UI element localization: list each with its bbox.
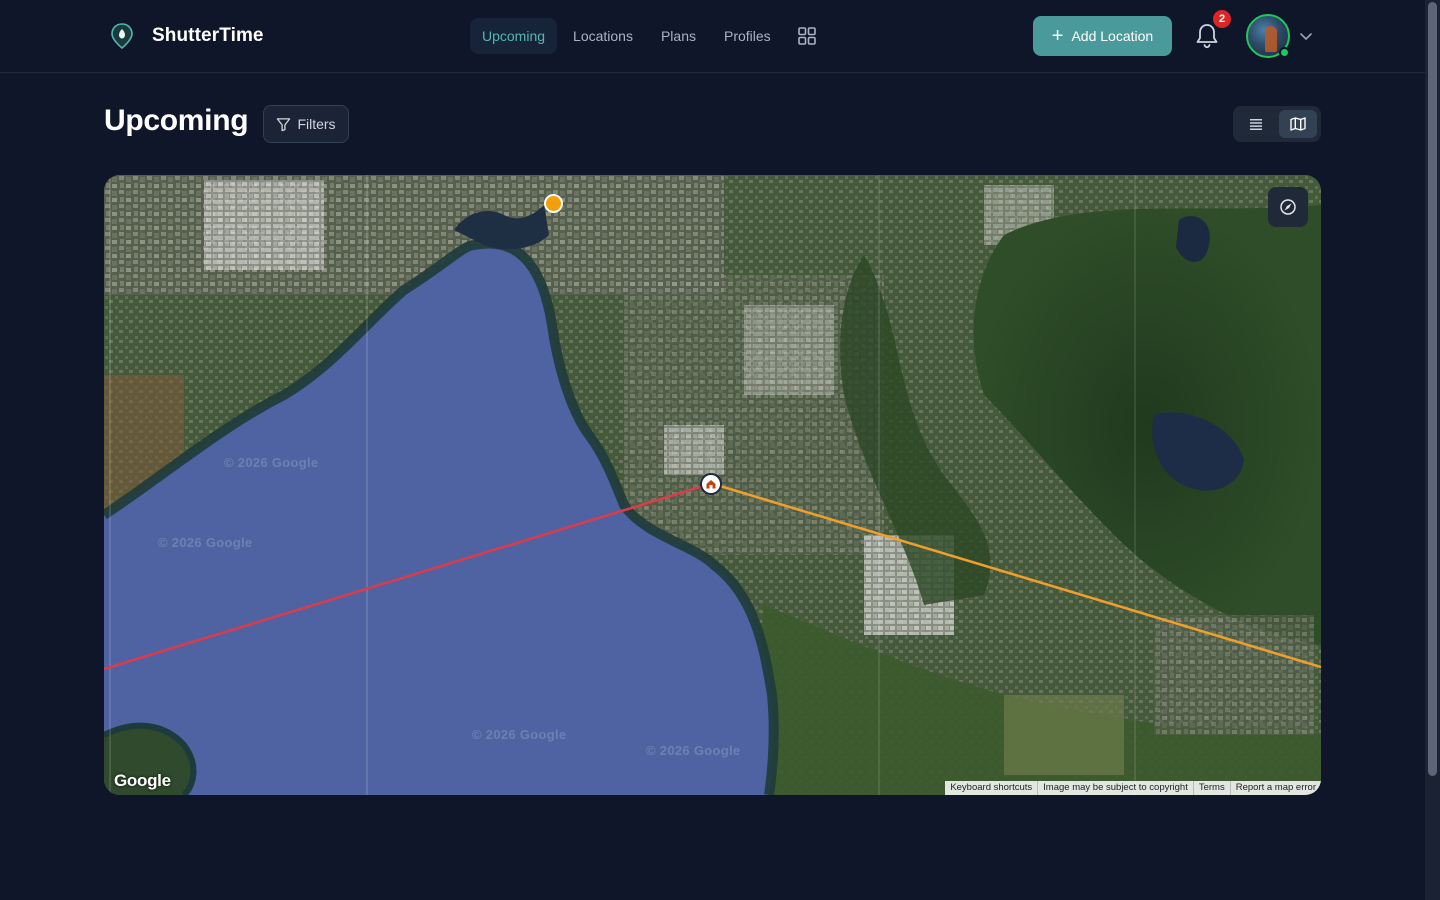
add-location-button[interactable]: + Add Location bbox=[1033, 16, 1172, 56]
map-view-button[interactable] bbox=[1279, 110, 1317, 138]
list-icon bbox=[1250, 119, 1262, 130]
plus-icon: + bbox=[1051, 25, 1064, 47]
nav-locations[interactable]: Locations bbox=[561, 18, 645, 54]
terms-link[interactable]: Terms bbox=[1192, 781, 1230, 795]
app-name: ShutterTime bbox=[152, 25, 264, 46]
nav-upcoming[interactable]: Upcoming bbox=[470, 18, 558, 54]
home-location-marker[interactable] bbox=[700, 473, 722, 495]
app-logo[interactable]: ShutterTime bbox=[108, 22, 264, 50]
add-location-label: Add Location bbox=[1071, 28, 1154, 44]
notification-count-badge: 2 bbox=[1213, 10, 1231, 28]
filter-icon bbox=[277, 117, 291, 131]
google-logo: Google bbox=[114, 771, 171, 790]
map-attribution: Keyboard shortcuts Image may be subject … bbox=[945, 781, 1321, 795]
nav-profiles[interactable]: Profiles bbox=[712, 18, 783, 54]
grid-icon bbox=[797, 27, 816, 45]
nav-plans[interactable]: Plans bbox=[649, 18, 708, 54]
main-nav: Upcoming Locations Plans Profiles bbox=[470, 18, 825, 54]
filters-label: Filters bbox=[297, 116, 336, 132]
location-pin-icon bbox=[111, 23, 133, 50]
view-mode-toggle bbox=[1233, 106, 1321, 142]
top-nav-bar: ShutterTime Upcoming Locations Plans Pro… bbox=[0, 0, 1425, 73]
filters-button[interactable]: Filters bbox=[263, 105, 349, 143]
online-status-dot bbox=[1279, 47, 1290, 58]
satellite-map[interactable]: © 2026 Google © 2026 Google © 2026 Googl… bbox=[104, 175, 1321, 795]
user-avatar-button[interactable] bbox=[1246, 14, 1290, 58]
apps-grid-button[interactable] bbox=[789, 18, 825, 54]
page-title: Upcoming bbox=[104, 104, 249, 137]
map-icon bbox=[1290, 117, 1306, 131]
recenter-map-button[interactable] bbox=[1268, 187, 1308, 227]
chevron-down-icon[interactable] bbox=[1298, 28, 1314, 44]
page-scrollbar-thumb[interactable] bbox=[1428, 2, 1437, 776]
camera-location-icon bbox=[706, 480, 716, 489]
report-error-link[interactable]: Report a map error bbox=[1229, 781, 1321, 795]
location-marker-orange[interactable] bbox=[544, 194, 563, 213]
list-view-button[interactable] bbox=[1237, 110, 1275, 138]
copyright-notice: Image may be subject to copyright bbox=[1037, 781, 1193, 795]
compass-icon bbox=[1280, 199, 1296, 215]
keyboard-shortcuts-link[interactable]: Keyboard shortcuts bbox=[945, 781, 1037, 795]
